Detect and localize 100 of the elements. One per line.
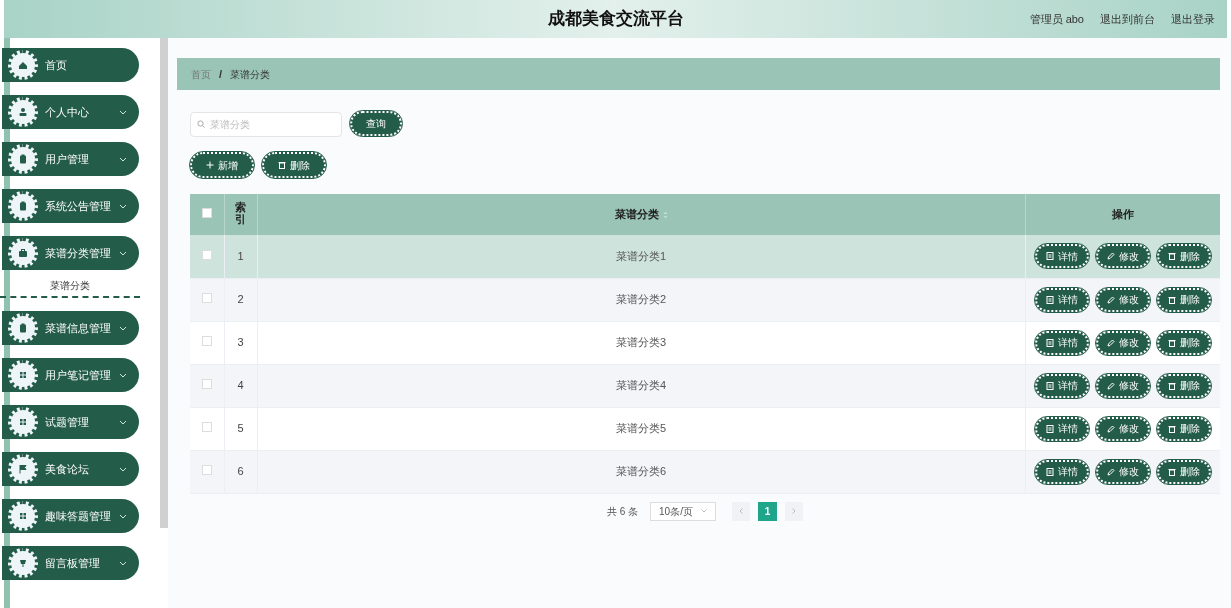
table-cell: 菜谱分类2	[257, 278, 1025, 321]
menu-item[interactable]: 美食论坛	[2, 452, 139, 486]
breadcrumb-separator: /	[219, 66, 223, 82]
menu-item[interactable]: 菜谱信息管理	[2, 311, 139, 345]
edit-button[interactable]: 修改	[1095, 244, 1150, 269]
menu-item[interactable]: 菜谱分类管理	[2, 236, 139, 270]
trash-icon	[1167, 338, 1176, 347]
checkbox[interactable]	[201, 293, 212, 304]
document-icon	[1045, 338, 1054, 347]
search-icon	[197, 119, 205, 128]
menu-label: 首页	[45, 57, 67, 73]
document-icon	[1045, 252, 1054, 261]
menu-label: 菜谱信息管理	[45, 320, 111, 336]
next-page-button[interactable]	[785, 501, 804, 521]
column-header: 索引	[234, 201, 247, 226]
detail-button[interactable]: 详情	[1034, 459, 1089, 484]
edit-button[interactable]: 修改	[1095, 373, 1150, 398]
pencil-icon	[1106, 467, 1115, 476]
search-button[interactable]: 查询	[350, 111, 402, 136]
trash-icon	[1167, 252, 1176, 261]
table-cell: 菜谱分类1	[257, 235, 1025, 278]
plus-icon	[206, 161, 214, 169]
submenu-item[interactable]: 菜谱分类	[50, 275, 90, 296]
delete-button[interactable]: 删除	[1156, 287, 1211, 312]
document-icon	[1045, 424, 1054, 433]
pencil-icon	[1106, 381, 1115, 390]
menu-item[interactable]: 个人中心	[2, 95, 139, 129]
delete-button[interactable]: 删除	[1156, 459, 1211, 484]
menu-item[interactable]: 用户管理	[2, 142, 139, 176]
checkbox[interactable]	[201, 422, 212, 433]
edit-button[interactable]: 修改	[1095, 459, 1150, 484]
chevron-left-icon	[739, 508, 744, 514]
add-button[interactable]: 新增	[190, 152, 254, 178]
delete-button[interactable]: 删除	[1156, 330, 1211, 355]
previous-page-button[interactable]	[732, 501, 751, 521]
breadcrumb-item: 菜谱分类	[230, 67, 271, 82]
menu-item[interactable]: 首页	[2, 48, 139, 82]
column-header: 操作	[1111, 208, 1134, 221]
sort-icon[interactable]	[662, 211, 668, 220]
user-label: 管理员 abo	[1029, 11, 1084, 27]
document-icon	[1045, 467, 1054, 476]
page-size-select[interactable]: 10条/页	[650, 501, 717, 521]
pencil-icon	[1106, 295, 1115, 304]
trash-icon	[278, 161, 286, 169]
menu-label: 美食论坛	[45, 461, 89, 477]
table-cell: 菜谱分类4	[257, 364, 1025, 407]
delete-button[interactable]: 删除	[1156, 244, 1211, 269]
grid-icon	[17, 369, 29, 381]
menu-label: 趣味答题管理	[45, 508, 111, 524]
menu-label: 系统公告管理	[45, 198, 111, 214]
checkbox[interactable]	[201, 379, 212, 390]
table-cell: 菜谱分类5	[257, 407, 1025, 450]
menu-label: 菜谱分类管理	[45, 245, 111, 261]
header-link[interactable]: 退出登录	[1171, 10, 1215, 28]
menu-item[interactable]: 系统公告管理	[2, 189, 139, 223]
flag-icon	[17, 463, 29, 475]
user-icon	[17, 106, 29, 118]
menu-label: 个人中心	[45, 104, 89, 120]
home-icon	[17, 59, 29, 71]
total-count: 共 6 条	[606, 504, 639, 519]
detail-button[interactable]: 详情	[1034, 287, 1089, 312]
table-cell: 菜谱分类3	[257, 321, 1025, 364]
table-cell: 菜谱分类6	[257, 450, 1025, 493]
menu-label: 用户管理	[45, 151, 89, 167]
edit-button[interactable]: 修改	[1095, 330, 1150, 355]
delete-button[interactable]: 删除	[1156, 416, 1211, 441]
edit-button[interactable]: 修改	[1095, 416, 1150, 441]
site-title: 成都美食交流平台	[547, 8, 684, 31]
scrollbar[interactable]	[160, 38, 168, 528]
grid-icon	[17, 416, 29, 428]
briefcase-icon	[17, 247, 29, 259]
menu-label: 试题管理	[45, 414, 89, 430]
delete-button[interactable]: 删除	[1156, 373, 1211, 398]
edit-button[interactable]: 修改	[1095, 287, 1150, 312]
menu-item[interactable]: 留言板管理	[2, 546, 139, 580]
delete-button[interactable]: 删除	[262, 152, 326, 178]
column-header: 菜谱分类	[614, 208, 659, 221]
header-link[interactable]: 退出到前台	[1100, 10, 1155, 28]
checkbox[interactable]	[201, 336, 212, 347]
pencil-icon	[1106, 424, 1115, 433]
trash-icon	[1167, 381, 1176, 390]
menu-item[interactable]: 用户笔记管理	[2, 358, 139, 392]
detail-button[interactable]: 详情	[1034, 416, 1089, 441]
menu-label: 留言板管理	[45, 555, 100, 571]
trash-icon	[1167, 295, 1176, 304]
document-icon	[1045, 295, 1054, 304]
menu-label: 用户笔记管理	[45, 367, 111, 383]
detail-button[interactable]: 详情	[1034, 330, 1089, 355]
document-icon	[1045, 381, 1054, 390]
detail-button[interactable]: 详情	[1034, 244, 1089, 269]
grid-icon	[17, 510, 29, 522]
chevron-right-icon	[792, 508, 797, 514]
menu-item[interactable]: 试题管理	[2, 405, 139, 439]
checkbox[interactable]	[201, 250, 212, 260]
checkbox[interactable]	[201, 208, 212, 219]
trash-icon	[1167, 424, 1176, 433]
table-cell: 1	[224, 235, 257, 278]
menu-item[interactable]: 趣味答题管理	[2, 499, 139, 533]
detail-button[interactable]: 详情	[1034, 373, 1089, 398]
checkbox[interactable]	[201, 465, 212, 476]
